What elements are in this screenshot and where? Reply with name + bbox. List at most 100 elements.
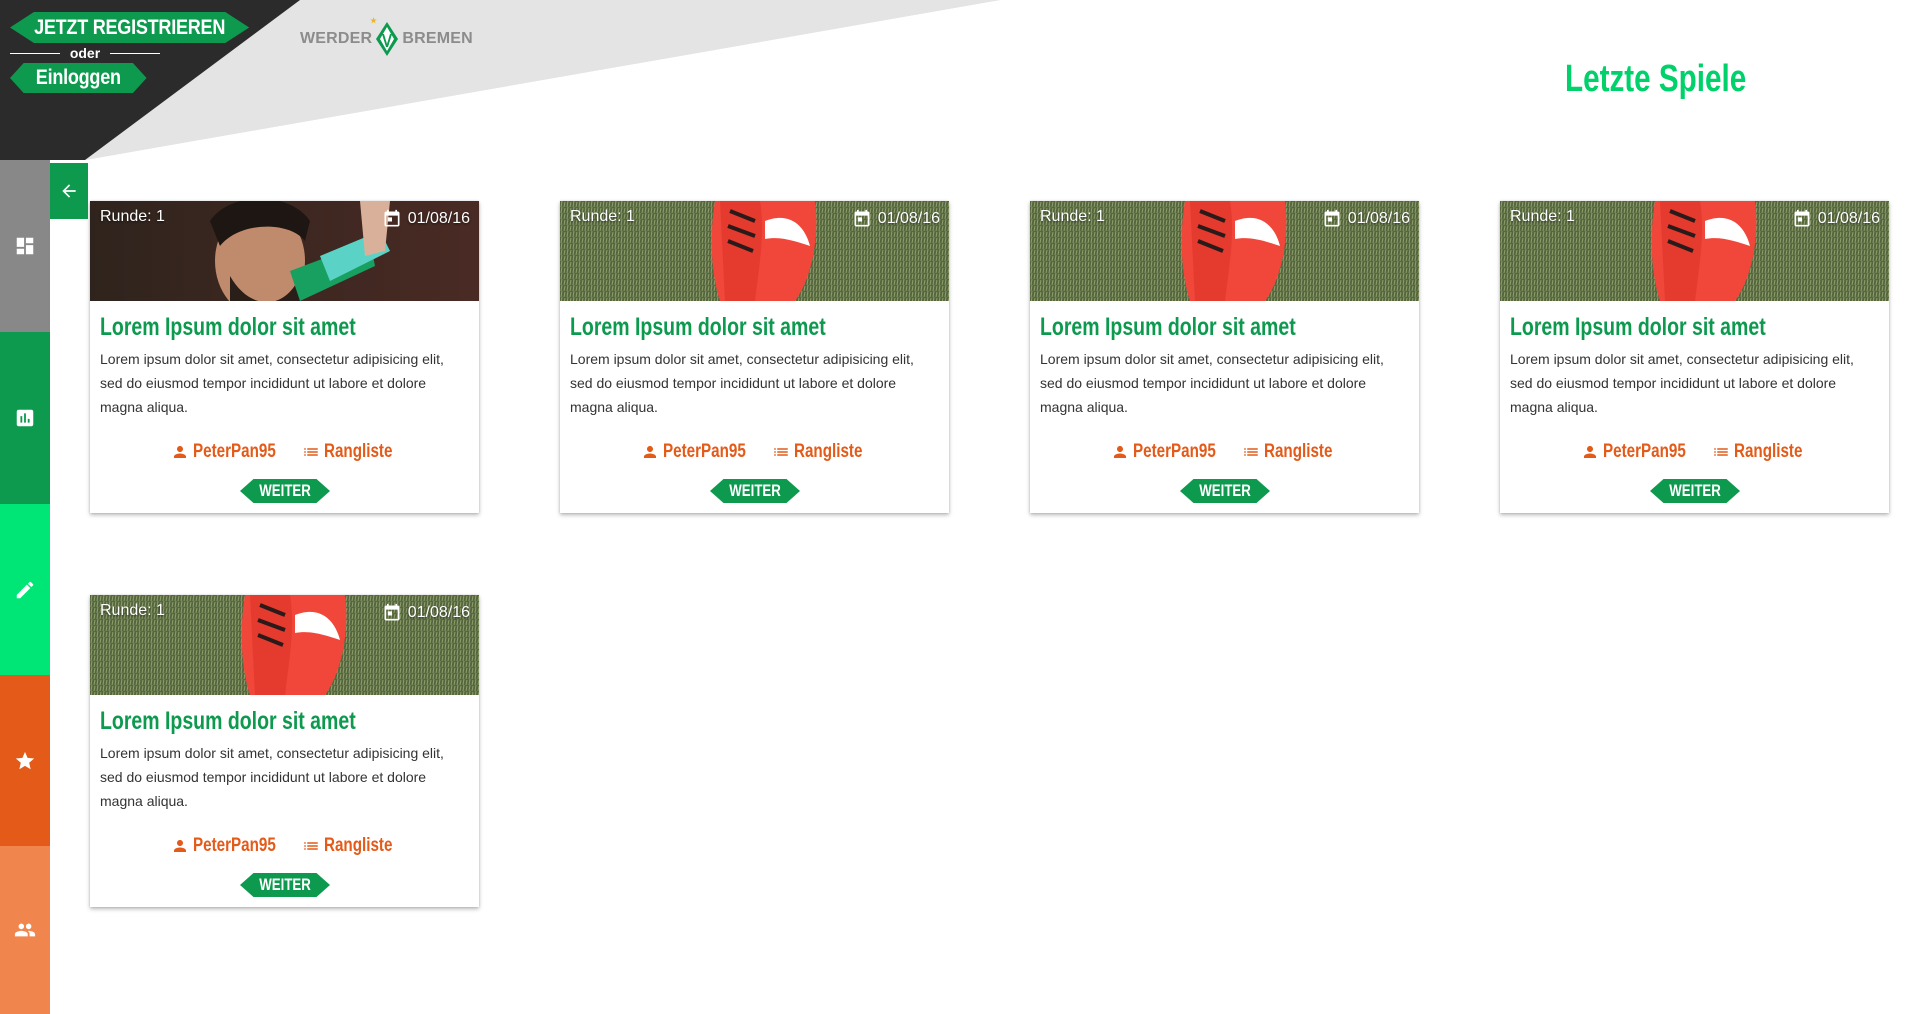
continue-button[interactable]: WEITER bbox=[1180, 479, 1270, 503]
register-button[interactable]: JETZT REGISTRIEREN bbox=[10, 12, 250, 43]
round-label: Runde: 1 bbox=[100, 208, 165, 225]
continue-button[interactable]: WEITER bbox=[240, 479, 330, 503]
or-label: oder bbox=[69, 45, 101, 61]
user-link[interactable]: PeterPan95 bbox=[1581, 441, 1695, 463]
round-label: Runde: 1 bbox=[1040, 208, 1105, 225]
list-icon bbox=[1714, 448, 1729, 456]
match-card-image: Runde: 1 01/08/16 bbox=[1500, 201, 1889, 301]
auth-panel: JETZT REGISTRIEREN oder Einloggen bbox=[10, 12, 250, 93]
round-label: Runde: 1 bbox=[100, 602, 165, 619]
user-icon bbox=[173, 446, 186, 458]
nav-community[interactable] bbox=[0, 846, 50, 1014]
continue-label: WEITER bbox=[259, 481, 311, 500]
list-icon bbox=[304, 842, 319, 850]
nav-statistics[interactable] bbox=[0, 332, 50, 504]
match-card-description: Lorem ipsum dolor sit amet, consectetur … bbox=[1510, 351, 1854, 415]
continue-label: WEITER bbox=[1199, 481, 1251, 500]
user-link[interactable]: PeterPan95 bbox=[1111, 441, 1225, 463]
continue-label: WEITER bbox=[729, 481, 781, 500]
user-link[interactable]: PeterPan95 bbox=[641, 441, 755, 463]
logo-text-right: BREMEN bbox=[402, 30, 473, 47]
match-date: 01/08/16 bbox=[382, 209, 470, 229]
logo-text-left: WERDER bbox=[300, 30, 373, 47]
date-text: 01/08/16 bbox=[877, 210, 940, 227]
date-text: 01/08/16 bbox=[407, 604, 470, 621]
list-icon bbox=[774, 448, 789, 456]
nav-predictions[interactable] bbox=[0, 504, 50, 675]
calendar-icon bbox=[1324, 209, 1340, 227]
ranking-link[interactable]: Rangliste bbox=[302, 835, 398, 857]
ranking-label: Rangliste bbox=[794, 441, 863, 462]
nav-dashboard[interactable] bbox=[0, 160, 50, 332]
werder-diamond-icon bbox=[376, 22, 399, 56]
ranking-label: Rangliste bbox=[1734, 441, 1803, 462]
side-navigation bbox=[0, 160, 50, 1014]
nav-favorites[interactable] bbox=[0, 675, 50, 846]
user-name: PeterPan95 bbox=[192, 441, 276, 462]
continue-button[interactable]: WEITER bbox=[1650, 479, 1740, 503]
continue-label: WEITER bbox=[1669, 481, 1721, 500]
ranking-link[interactable]: Rangliste bbox=[1242, 441, 1338, 463]
match-card-description: Lorem ipsum dolor sit amet, consectetur … bbox=[100, 351, 444, 415]
match-card: Runde: 1 01/08/16 Lorem Ipsum dolor sit … bbox=[560, 201, 949, 513]
people-icon bbox=[14, 923, 36, 937]
star-icon bbox=[15, 751, 35, 769]
user-icon bbox=[173, 840, 186, 852]
match-card-meta: PeterPan95 Rangliste bbox=[560, 441, 949, 463]
calendar-icon bbox=[1794, 209, 1810, 227]
match-card-image: Runde: 1 01/08/16 bbox=[560, 201, 949, 301]
calendar-icon bbox=[384, 603, 400, 621]
match-card-title: Lorem Ipsum dolor sit amet bbox=[570, 313, 826, 341]
match-card-description: Lorem ipsum dolor sit amet, consectetur … bbox=[100, 745, 444, 809]
match-card: Runde: 1 01/08/16 Lorem Ipsum dolor sit … bbox=[90, 595, 479, 907]
werder-bremen-logo[interactable]: WERDER BREMEN bbox=[300, 22, 473, 56]
user-link[interactable]: PeterPan95 bbox=[171, 441, 285, 463]
round-label: Runde: 1 bbox=[1510, 208, 1575, 225]
continue-button[interactable]: WEITER bbox=[710, 479, 800, 503]
match-card-title: Lorem Ipsum dolor sit amet bbox=[100, 707, 356, 735]
ranking-link[interactable]: Rangliste bbox=[302, 441, 398, 463]
match-card-image: Runde: 1 01/08/16 bbox=[1030, 201, 1419, 301]
ranking-link[interactable]: Rangliste bbox=[772, 441, 868, 463]
date-text: 01/08/16 bbox=[407, 210, 470, 227]
dashboard-icon bbox=[16, 237, 34, 255]
pencil-icon bbox=[16, 581, 34, 598]
match-card-title: Lorem Ipsum dolor sit amet bbox=[1510, 313, 1766, 341]
match-card: Runde: 1 01/08/16 Lorem Ipsum dolor sit … bbox=[1500, 201, 1889, 513]
match-card-description: Lorem ipsum dolor sit amet, consectetur … bbox=[570, 351, 914, 415]
arrow-left-icon bbox=[62, 184, 76, 198]
match-card-title: Lorem Ipsum dolor sit amet bbox=[1040, 313, 1296, 341]
list-icon bbox=[304, 448, 319, 456]
or-divider: oder bbox=[10, 45, 160, 61]
date-text: 01/08/16 bbox=[1817, 210, 1880, 227]
match-card-meta: PeterPan95 Rangliste bbox=[90, 835, 479, 857]
user-name: PeterPan95 bbox=[192, 835, 276, 856]
ranking-label: Rangliste bbox=[1264, 441, 1333, 462]
match-card-image: Runde: 1 01/08/16 bbox=[90, 595, 479, 695]
date-text: 01/08/16 bbox=[1347, 210, 1410, 227]
match-card-meta: PeterPan95 Rangliste bbox=[90, 441, 479, 463]
match-card-title: Lorem Ipsum dolor sit amet bbox=[100, 313, 356, 341]
match-card-image: Runde: 1 01/08/16 bbox=[90, 201, 479, 301]
match-date: 01/08/16 bbox=[1792, 209, 1880, 229]
calendar-icon bbox=[384, 209, 400, 227]
ranking-label: Rangliste bbox=[324, 835, 393, 856]
page-title: Letzte Spiele bbox=[1565, 58, 1747, 100]
continue-button[interactable]: WEITER bbox=[240, 873, 330, 897]
list-icon bbox=[1244, 448, 1259, 456]
user-icon bbox=[1583, 446, 1596, 458]
user-name: PeterPan95 bbox=[662, 441, 746, 462]
calendar-icon bbox=[854, 209, 870, 227]
match-date: 01/08/16 bbox=[382, 603, 470, 623]
match-card-meta: PeterPan95 Rangliste bbox=[1500, 441, 1889, 463]
match-date: 01/08/16 bbox=[852, 209, 940, 229]
sidebar-collapse-button[interactable] bbox=[50, 163, 88, 219]
user-icon bbox=[1113, 446, 1126, 458]
ranking-label: Rangliste bbox=[324, 441, 393, 462]
user-link[interactable]: PeterPan95 bbox=[171, 835, 285, 857]
ranking-link[interactable]: Rangliste bbox=[1712, 441, 1808, 463]
user-name: PeterPan95 bbox=[1602, 441, 1686, 462]
user-icon bbox=[643, 446, 656, 458]
login-button[interactable]: Einloggen bbox=[10, 63, 147, 93]
match-card-meta: PeterPan95 Rangliste bbox=[1030, 441, 1419, 463]
